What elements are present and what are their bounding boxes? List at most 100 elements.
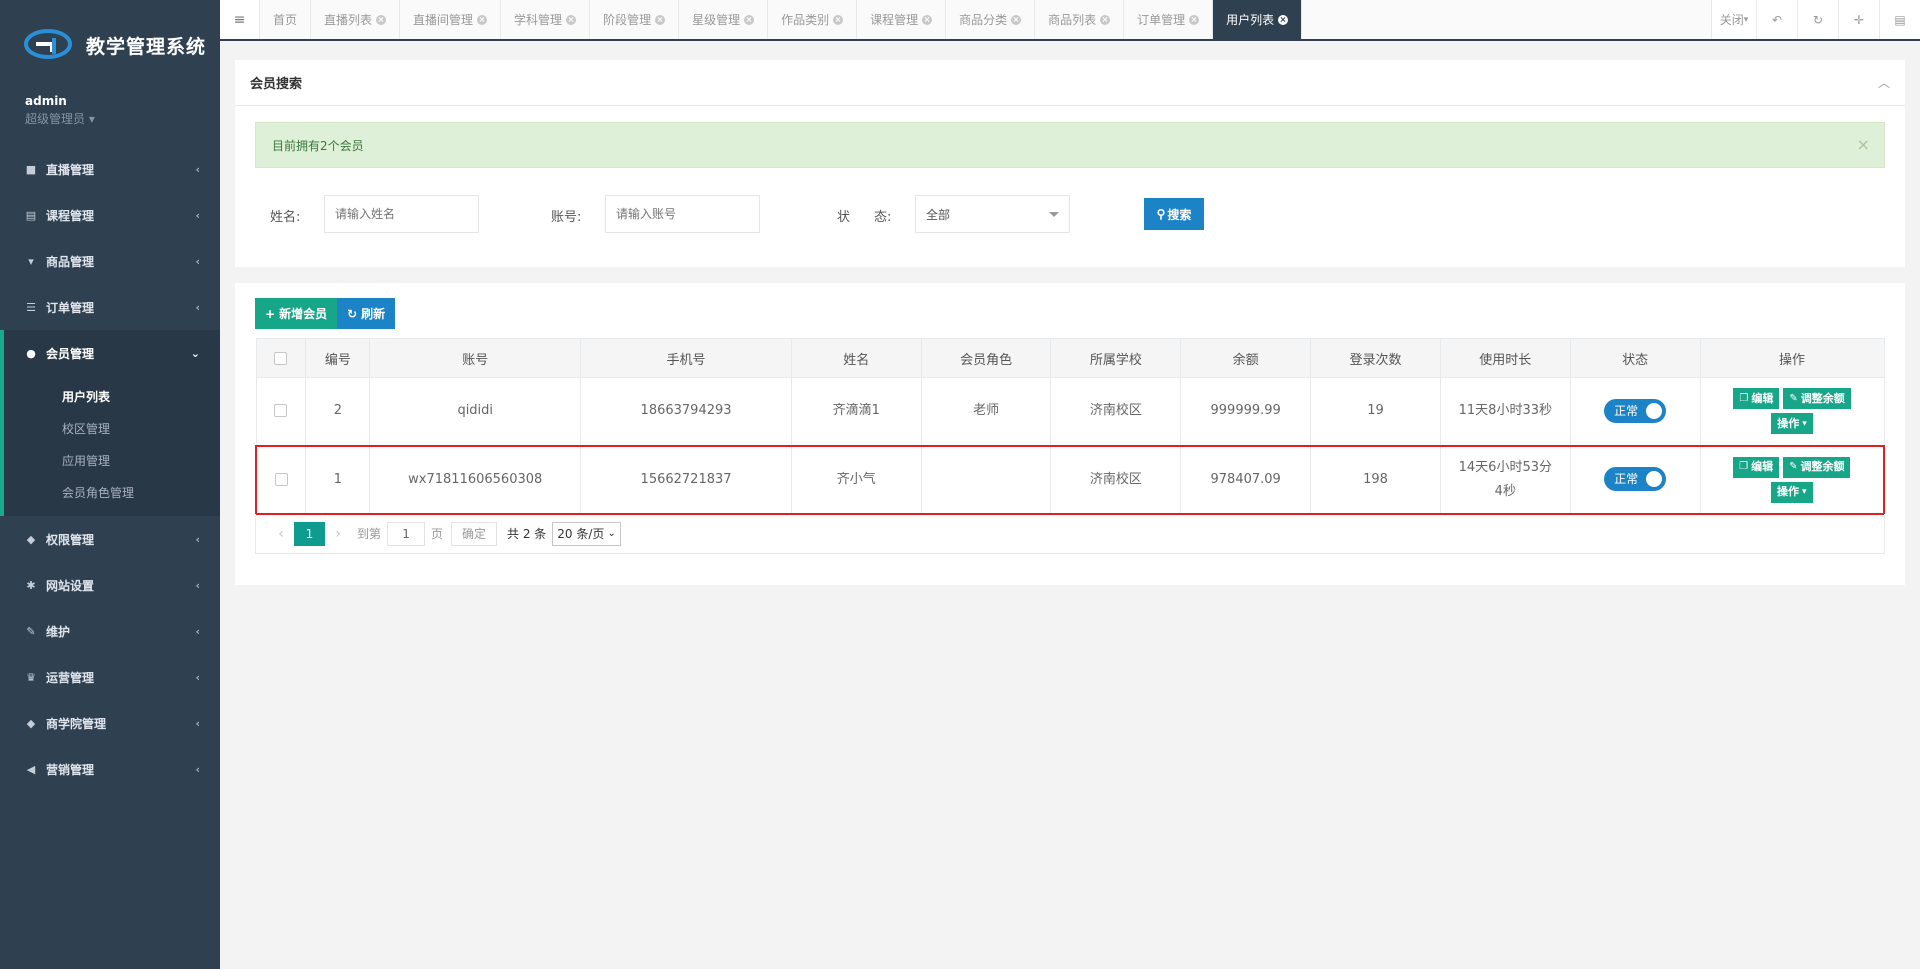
adjust-balance-button[interactable]: ✎ 调整余额	[1783, 456, 1851, 478]
fullscreen-icon[interactable]: ✛	[1838, 0, 1879, 39]
row-checkbox[interactable]	[274, 472, 288, 486]
sidebar-item-member[interactable]: ● 会员管理 ⌄	[0, 330, 220, 376]
status-label-2: 态:	[874, 210, 892, 225]
status-toggle[interactable]: 正常	[1604, 398, 1667, 423]
sidebar-item-permission[interactable]: ◆ 权限管理 ‹	[0, 516, 220, 562]
tab-star[interactable]: 星级管理	[679, 0, 769, 39]
column-header[interactable]: 姓名	[790, 338, 922, 378]
sidebar-item-business-school[interactable]: ◆ 商学院管理 ‹	[0, 700, 220, 746]
chevron-left-icon: ‹	[195, 670, 200, 684]
close-icon[interactable]	[1278, 14, 1289, 25]
sidebar-subitem-app[interactable]: 应用管理	[4, 444, 220, 476]
row-actions: ❐ 编辑 ✎ 调整余额 操作 ▾	[1701, 388, 1884, 435]
goto-confirm-button[interactable]: 确定	[451, 521, 498, 546]
sidebar-subitem-member-role[interactable]: 会员角色管理	[4, 476, 220, 508]
column-header[interactable]: 编号	[305, 338, 371, 378]
user-role-dropdown[interactable]: 超级管理员 ▾	[25, 110, 195, 127]
close-icon[interactable]	[376, 14, 387, 25]
back-icon[interactable]: ↶	[1756, 0, 1797, 39]
column-header[interactable]: 手机号	[580, 338, 792, 378]
edit-button[interactable]: ❐ 编辑	[1733, 388, 1780, 410]
refresh-button[interactable]: ↻ 刷新	[337, 298, 396, 329]
chevron-left-icon: ‹	[195, 578, 200, 592]
cell-role	[920, 444, 1052, 515]
logo: 教学管理系统	[0, 0, 220, 90]
column-header[interactable]: 余额	[1180, 338, 1312, 378]
sidebar-subitem-campus[interactable]: 校区管理	[4, 412, 220, 444]
edit-button[interactable]: ❐ 编辑	[1733, 456, 1780, 478]
refresh-icon[interactable]: ↻	[1797, 0, 1838, 39]
page-size-select[interactable]: 20 条/页 ⌄	[552, 521, 621, 546]
user-profile[interactable]: admin 超级管理员 ▾	[0, 90, 220, 138]
row-actions: ❐ 编辑 ✎ 调整余额 操作 ▾	[1701, 456, 1883, 503]
status-select[interactable]: 全部	[915, 195, 1070, 233]
column-header[interactable]: 会员角色	[920, 338, 1052, 378]
sidebar-item-marketing[interactable]: ◀ 营销管理 ‹	[0, 746, 220, 792]
tab-order[interactable]: 订单管理	[1124, 0, 1214, 39]
close-icon[interactable]: ×	[1857, 135, 1870, 154]
close-icon[interactable]	[744, 14, 755, 25]
sidebar-item-maintenance[interactable]: ✎ 维护 ‹	[0, 608, 220, 654]
tab-home[interactable]: 首页	[260, 0, 312, 39]
column-header[interactable]: 所属学校	[1050, 338, 1182, 378]
row-checkbox[interactable]	[274, 404, 288, 418]
page-number[interactable]: 1	[294, 521, 325, 546]
operations-label: 操作	[1777, 416, 1800, 430]
cell-account: wx71811606560308	[369, 444, 582, 515]
sidebar-item-course[interactable]: ▤ 课程管理 ‹	[0, 192, 220, 238]
close-icon[interactable]	[922, 14, 933, 25]
sidebar-item-live[interactable]: ■ 直播管理 ‹	[0, 146, 220, 192]
close-icon[interactable]	[477, 14, 488, 25]
tab-live-room[interactable]: 直播间管理	[400, 0, 502, 39]
status-toggle[interactable]: 正常	[1604, 467, 1667, 491]
tab-course[interactable]: 课程管理	[857, 0, 947, 39]
tab-goods-list[interactable]: 商品列表	[1035, 0, 1125, 39]
prev-page-icon[interactable]: ‹	[268, 526, 294, 542]
sidebar-item-label: 商品管理	[46, 254, 95, 269]
close-icon[interactable]	[655, 14, 666, 25]
adjust-balance-button[interactable]: ✎ 调整余额	[1783, 388, 1851, 410]
operations-dropdown[interactable]: 操作 ▾	[1771, 481, 1813, 503]
tab-stage[interactable]: 阶段管理	[590, 0, 680, 39]
tab-bar: ≡ 首页 直播列表 直播间管理 学科管理 阶段管理 星级管理 作品类别 课程管理…	[220, 0, 1920, 41]
goto-page-input[interactable]: 1	[387, 521, 426, 546]
column-header[interactable]: 使用时长	[1439, 338, 1571, 378]
tab-goods-category[interactable]: 商品分类	[946, 0, 1036, 39]
close-icon[interactable]	[833, 14, 844, 25]
sidebar-item-goods[interactable]: ▾ 商品管理 ‹	[0, 238, 220, 284]
close-icon[interactable]	[1189, 14, 1200, 25]
tab-live-list[interactable]: 直播列表	[311, 0, 401, 39]
edit-label: 编辑	[1751, 391, 1774, 405]
column-header[interactable]: 账号	[369, 338, 582, 378]
sidebar-item-site-settings[interactable]: ✱ 网站设置 ‹	[0, 562, 220, 608]
sidebar-item-order[interactable]: ☰ 订单管理 ‹	[0, 284, 220, 330]
tab-user-list[interactable]: 用户列表	[1213, 0, 1303, 39]
select-all-cell	[255, 338, 307, 378]
select-all-checkbox[interactable]	[274, 351, 288, 365]
column-header[interactable]: 状态	[1569, 338, 1701, 378]
close-icon[interactable]	[566, 14, 577, 25]
chevron-up-icon[interactable]: ︿	[1878, 74, 1890, 91]
book-icon: ▤	[25, 208, 37, 222]
tab-label: 直播间管理	[413, 13, 474, 27]
next-page-icon[interactable]: ›	[325, 526, 351, 542]
chevron-left-icon: ‹	[195, 716, 200, 730]
add-member-button[interactable]: + 新增会员	[255, 298, 338, 329]
operations-dropdown[interactable]: 操作 ▾	[1771, 413, 1813, 435]
tab-subject[interactable]: 学科管理	[501, 0, 591, 39]
page-label: 页	[431, 527, 444, 541]
name-input[interactable]	[324, 195, 479, 233]
search-button[interactable]: ⚲ 搜索	[1144, 198, 1204, 230]
settings-panel-icon[interactable]: ▤	[1879, 0, 1920, 39]
column-header[interactable]: 登录次数	[1310, 338, 1441, 378]
close-icon[interactable]	[1100, 14, 1111, 25]
tab-work-category[interactable]: 作品类别	[768, 0, 858, 39]
adjust-balance-label: 调整余额	[1800, 391, 1845, 405]
sidebar-item-operations[interactable]: ♛ 运营管理 ‹	[0, 654, 220, 700]
sidebar-subitem-user-list[interactable]: 用户列表	[4, 380, 220, 412]
close-tabs-dropdown[interactable]: 关闭 ▾	[1711, 0, 1756, 39]
sidebar: 教学管理系统 admin 超级管理员 ▾ ■ 直播管理 ‹ ▤ 课程管理 ‹ ▾ 商品管理…	[0, 0, 220, 969]
menu-toggle-icon[interactable]: ≡	[220, 0, 260, 39]
close-icon[interactable]	[1011, 14, 1022, 25]
account-input[interactable]	[605, 195, 760, 233]
